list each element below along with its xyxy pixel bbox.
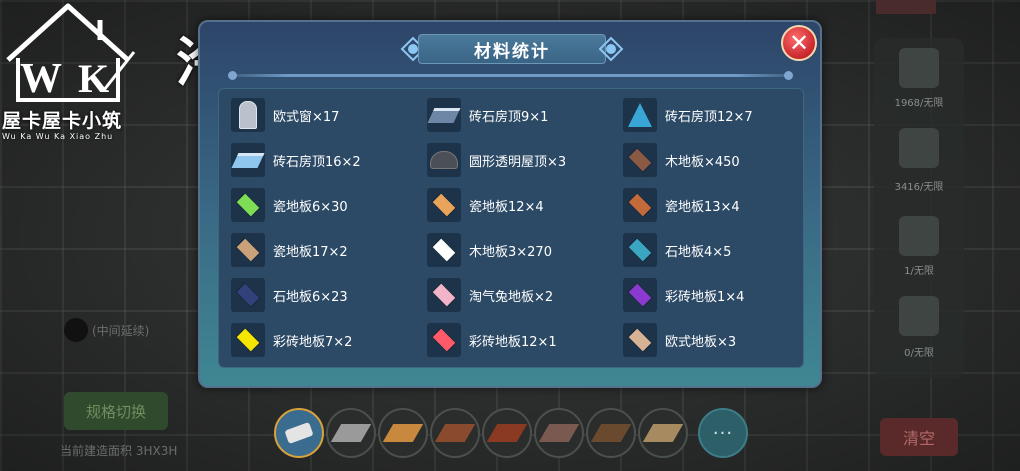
material-item: 瓷地板12×4 [427,187,544,223]
dome-icon [427,143,461,177]
tile-icon [427,278,461,312]
material-list: 欧式窗×17 砖石房顶9×1 砖石房顶12×7 砖石房顶16×2 圆形透明屋顶×3 木地板… [218,88,804,368]
tile-icon [231,278,265,312]
material-item-label: 砖石房顶12×7 [665,109,753,125]
material-item: 彩砖地板12×1 [427,322,557,358]
material-item-label: 木地板×450 [665,154,740,170]
material-item: 砖石房顶16×2 [231,142,361,178]
title-divider [232,74,792,77]
build-area-text: 当前建造面积 3HX3H [60,444,178,458]
material-item: 木地板3×270 [427,232,552,268]
material-item: 石地板6×23 [231,277,348,313]
material-slot-icon[interactable] [899,48,939,88]
spec-switch-button[interactable]: 规格切换 [64,392,168,430]
material-item-label: 瓷地板12×4 [469,199,544,215]
tile-icon [623,278,657,312]
tile-swatch-icon [434,424,476,442]
tile-icon [623,323,657,357]
top-right-indicator [876,0,936,14]
brand-pinyin: Wu Ka Wu Ka Xiao Zhu [2,132,114,141]
material-item: 石地板4×5 [623,232,731,268]
material-item-label: 彩砖地板1×4 [665,289,745,305]
window-icon [231,98,265,132]
joystick-knob[interactable] [64,318,88,342]
material-item-label: 淘气兔地板×2 [469,289,554,305]
house-logo-icon: W K [6,3,136,102]
material-item-label: 彩砖地板7×2 [273,334,353,350]
material-item-label: 欧式地板×3 [665,334,737,350]
material-count: 3416/无限 [894,182,944,193]
title-ornament-right-icon [598,36,624,62]
material-slot-icon[interactable] [899,296,939,336]
material-item: 欧式地板×3 [623,322,736,358]
material-item-label: 欧式窗×17 [273,109,340,125]
tool-slot-grey-tile[interactable] [326,408,376,458]
tool-slot-red-brown-tile[interactable] [482,408,532,458]
dialog-title: 材料统计 [418,34,606,64]
eraser-icon [284,421,314,445]
tile-icon [623,188,657,222]
material-item: 木地板×450 [623,142,740,178]
material-item: 彩砖地板1×4 [623,277,744,313]
tile-swatch-icon [486,424,528,442]
tool-slot-brown-tile[interactable] [430,408,480,458]
tool-slot-beige-pattern-tile[interactable] [638,408,688,458]
divider-dot [784,71,793,80]
divider-dot [228,71,237,80]
material-item-label: 石地板4×5 [665,244,732,260]
tile-swatch-icon [382,424,424,442]
material-count: 0/无限 [904,348,934,359]
roof-slab-icon [427,98,461,132]
material-item-label: 瓷地板6×30 [273,199,348,215]
tile-icon [231,233,265,267]
svg-text:K: K [78,56,109,101]
svg-text:W: W [20,56,62,102]
material-count: 1/无限 [904,266,934,277]
tile-icon [623,233,657,267]
material-count: 1968/无限 [894,98,944,109]
tile-swatch-icon [538,424,580,442]
tool-slot-dark-pattern-tile[interactable] [586,408,636,458]
wood-floor-icon [623,143,657,177]
tile-icon [427,323,461,357]
material-item: 砖石房顶9×1 [427,97,548,133]
clear-button[interactable]: 清空 [880,418,958,456]
material-item: 瓷地板6×30 [231,187,348,223]
material-item-label: 彩砖地板12×1 [469,334,557,350]
material-item: 欧式窗×17 [231,97,339,133]
more-button[interactable]: ··· [698,408,748,458]
tool-slot-pattern-tile[interactable] [534,408,584,458]
eraser-tool-slot[interactable] [274,408,324,458]
tool-slot-orange-tile[interactable] [378,408,428,458]
tile-swatch-icon [330,424,372,442]
tile-icon [231,323,265,357]
material-item: 圆形透明屋顶×3 [427,142,566,178]
material-slot-icon[interactable] [899,216,939,256]
material-item-label: 砖石房顶16×2 [273,154,361,170]
material-item: 砖石房顶12×7 [623,97,753,133]
material-side-panel: 1968/无限 3416/无限 1/无限 0/无限 [874,38,964,378]
tile-swatch-icon [642,424,684,442]
material-slot-icon[interactable] [899,128,939,168]
material-item-label: 圆形透明屋顶×3 [469,154,567,170]
material-item: 瓷地板13×4 [623,187,740,223]
material-item-label: 瓷地板13×4 [665,199,740,215]
middle-extend-label: (中间延续) [92,324,150,338]
material-item-label: 砖石房顶9×1 [469,109,549,125]
tile-icon [231,188,265,222]
material-item: 瓷地板17×2 [231,232,348,268]
close-button[interactable]: ✕ [781,25,817,61]
material-item-label: 石地板6×23 [273,289,348,305]
material-item-label: 木地板3×270 [469,244,552,260]
tile-icon [427,233,461,267]
material-stats-dialog: 材料统计 ✕ 欧式窗×17 砖石房顶9×1 砖石房顶12×7 砖石房顶16×2 圆形透明… [198,20,822,388]
cone-roof-icon [623,98,657,132]
material-item: 彩砖地板7×2 [231,322,352,358]
roof-slope-icon [231,143,265,177]
tile-swatch-icon [590,424,632,442]
material-item: 淘气兔地板×2 [427,277,553,313]
brand-name-cn: 屋卡屋卡小筑 [2,110,123,132]
tile-icon [427,188,461,222]
material-item-label: 瓷地板17×2 [273,244,348,260]
